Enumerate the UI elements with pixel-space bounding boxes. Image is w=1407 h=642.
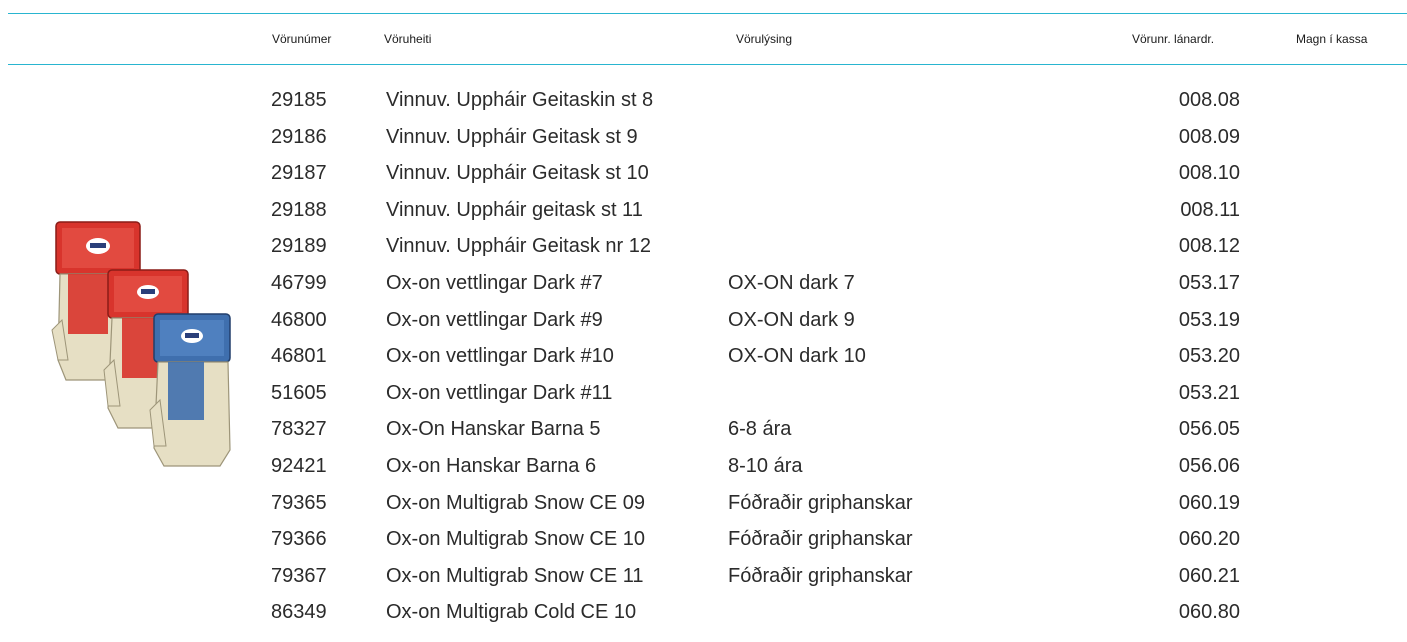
product-name: Ox-on Multigrab Cold CE 10 [386,601,637,624]
product-name: Ox-on Hanskar Barna 6 [386,454,597,477]
product-number: 29188 [271,198,327,221]
product-number: 46800 [271,308,327,331]
table-row: 79367 Ox-on Multigrab Snow CE 11 Fóðraðir … [0,560,1407,597]
table-row: 92421 Ox-on Hanskar Barna 6 8-10 ára 056.06 [0,450,1407,487]
supplier-number: 008.08 [1178,89,1240,111]
supplier-number: 060.19 [1178,491,1240,514]
table-row: 79366 Ox-on Multigrab Snow CE 10 Fóðraðir … [0,523,1407,560]
supplier-number: 053.20 [1178,345,1240,368]
product-name: Ox-on Multigrab Snow CE 09 [386,491,646,514]
supplier-number: 008.11 [1180,198,1240,221]
supplier-number: 053.17 [1178,271,1240,294]
table-row: 29188 Vinnuv. Uppháir geitask st 11 008.11 [0,194,1407,231]
product-description: OX-ON dark 9 [728,308,855,331]
product-description: 8-10 ára [728,454,803,477]
table-row: 29187 Vinnuv. Uppháir Geitask st 10 008.10 [0,157,1407,194]
product-name: Ox-on vettlingar Dark #11 [386,381,613,404]
product-name: Vinnuv. Uppháir Geitaskin st 8 [386,89,654,111]
supplier-number: 053.19 [1178,308,1240,331]
product-number: 79365 [271,491,327,514]
product-name: Ox-On Hanskar Barna 5 [386,418,601,441]
product-number: 46801 [271,345,327,368]
supplier-number: 056.05 [1178,418,1240,441]
product-name: Ox-on vettlingar Dark #7 [386,271,603,294]
product-number: 78327 [271,418,327,441]
product-number: 46799 [271,271,327,294]
product-number: 29186 [271,125,327,148]
product-number: 79367 [271,564,327,587]
column-header-description: Vörulýsing [736,32,793,46]
table-row: 29185 Vinnuv. Uppháir Geitaskin st 8 008.0… [0,84,1407,121]
supplier-number: 060.21 [1178,564,1240,587]
column-header-name: Vöruheiti [384,32,432,46]
product-number: 29189 [271,235,327,258]
supplier-number: 008.10 [1178,162,1240,185]
product-number: 51605 [271,381,327,404]
product-name: Vinnuv. Uppháir Geitask st 9 [386,125,638,148]
product-name: Vinnuv. Uppháir Geitask st 10 [386,162,649,185]
product-name: Ox-on vettlingar Dark #9 [386,308,603,331]
product-name: Ox-on Multigrab Snow CE 11 [386,564,644,587]
product-description: Fóðraðir griphanskar [728,528,913,551]
column-header-number: Vörunúmer [272,32,332,46]
header-top-rule [8,13,1407,14]
supplier-number: 060.20 [1178,528,1240,551]
product-number: 92421 [271,454,327,477]
product-name: Ox-on Multigrab Snow CE 10 [386,528,646,551]
supplier-number: 053.21 [1178,381,1240,404]
table-row: 86349 Ox-on Multigrab Cold CE 10 060.80 [0,596,1407,633]
supplier-number: 060.80 [1178,601,1240,624]
supplier-number: 056.06 [1178,454,1240,477]
product-number: 29185 [271,89,327,111]
product-number: 29187 [271,162,327,185]
column-header-quantity: Magn í kassa [1296,32,1368,46]
product-description: OX-ON dark 10 [728,345,866,368]
supplier-number: 008.12 [1178,235,1240,258]
table-row: 78327 Ox-On Hanskar Barna 5 6-8 ára 056.05 [0,413,1407,450]
product-description: Fóðraðir griphanskar [728,491,913,514]
product-name: Vinnuv. Uppháir geitask st 11 [386,198,643,221]
product-description: OX-ON dark 7 [728,271,855,294]
product-description: Fóðraðir griphanskar [728,564,913,587]
product-number: 86349 [271,601,327,624]
table-row: 51605 Ox-on vettlingar Dark #11 053.21 [0,377,1407,414]
table-row: 46801 Ox-on vettlingar Dark #10 OX-ON dark… [0,340,1407,377]
supplier-number: 008.09 [1178,125,1240,148]
table-row: 29189 Vinnuv. Uppháir Geitask nr 12 008.12 [0,230,1407,267]
table-row: 46799 Ox-on vettlingar Dark #7 OX-ON dark … [0,267,1407,304]
product-description: 6-8 ára [728,418,792,441]
product-number: 79366 [271,528,327,551]
header-bottom-rule [8,64,1407,65]
table-row: 79365 Ox-on Multigrab Snow CE 09 Fóðraðir … [0,487,1407,524]
table-row: 29186 Vinnuv. Uppháir Geitask st 9 008.09 [0,121,1407,158]
product-table-body: 29185 Vinnuv. Uppháir Geitaskin st 8 008.0… [0,84,1407,633]
product-name: Vinnuv. Uppháir Geitask nr 12 [386,235,651,258]
table-row: 46800 Ox-on vettlingar Dark #9 OX-ON dark … [0,304,1407,341]
product-name: Ox-on vettlingar Dark #10 [386,345,614,368]
column-header-supplier-number: Vörunr. lánardr. [1132,32,1215,46]
